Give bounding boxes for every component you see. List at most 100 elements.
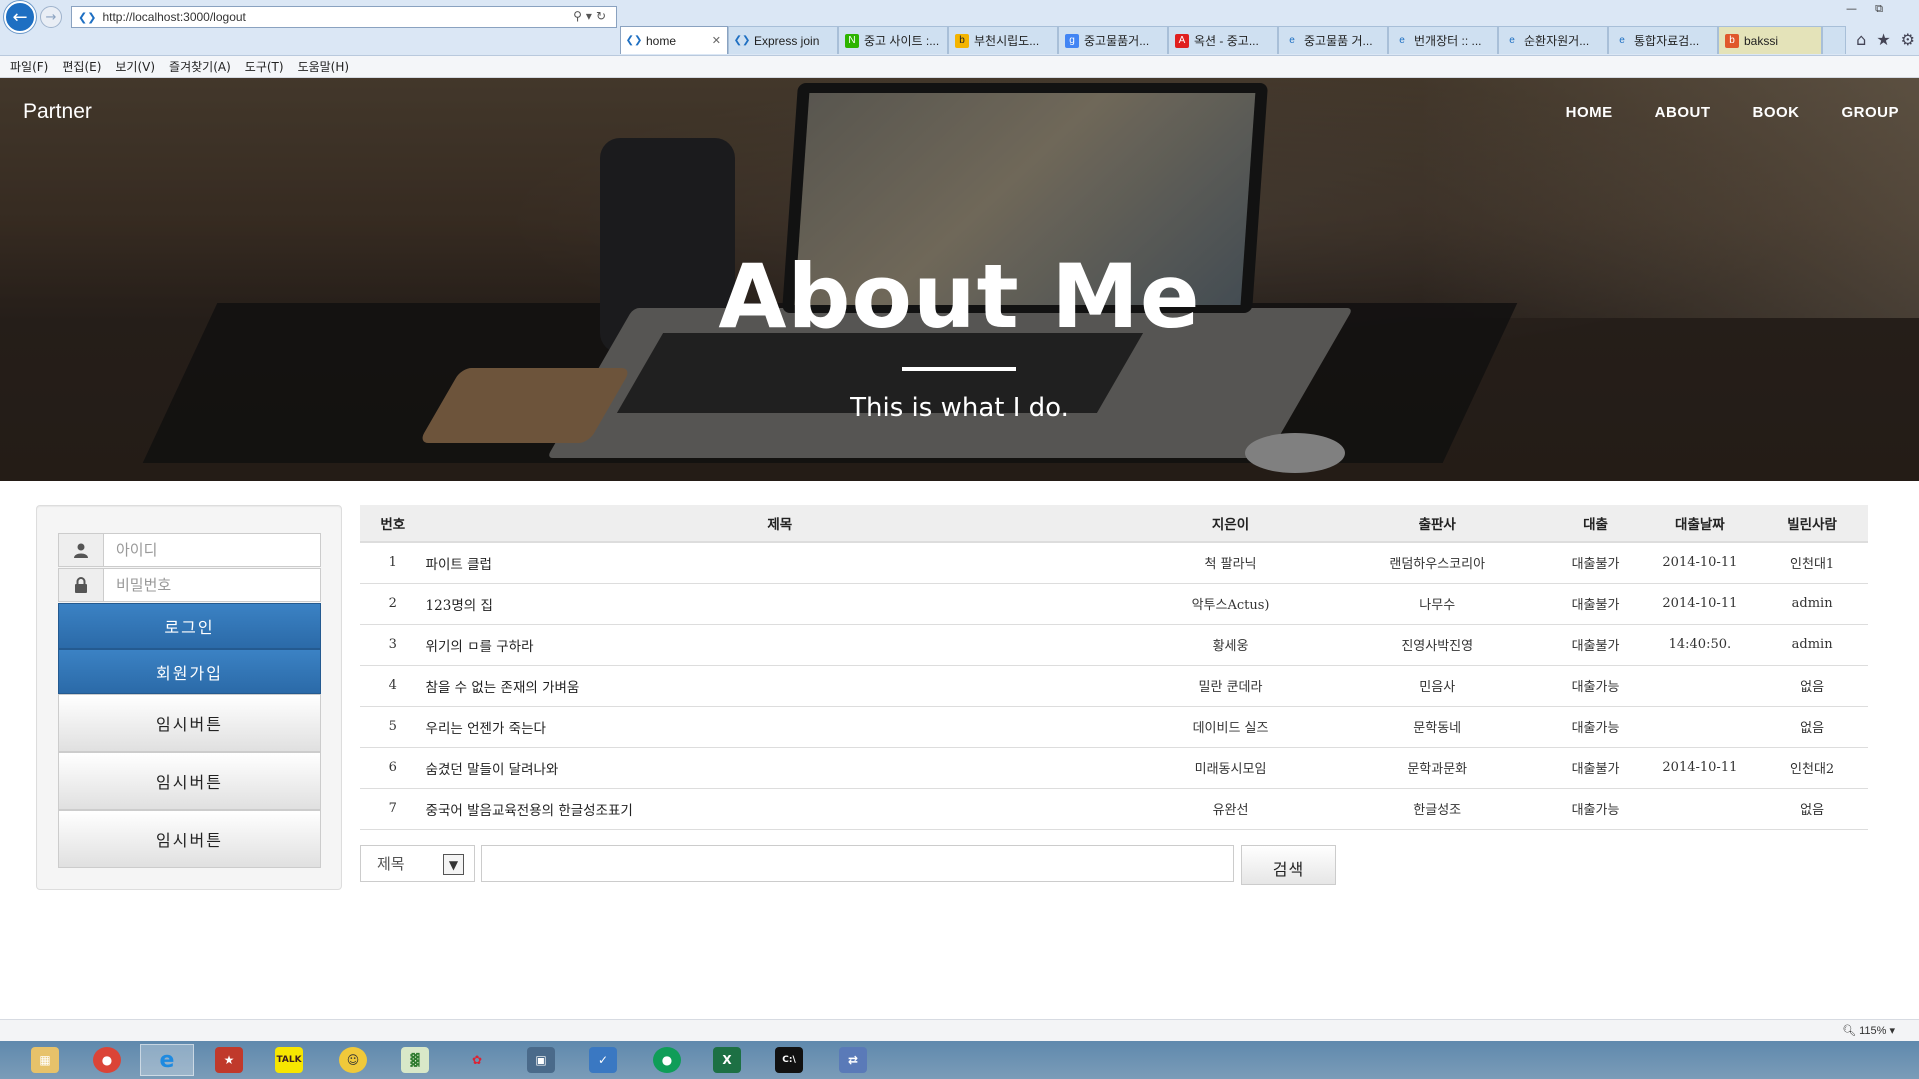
menu-file[interactable]: 파일(F): [10, 58, 48, 75]
taskbar-messenger[interactable]: ☺: [326, 1044, 380, 1076]
cell-loan-status: 대출불가: [1547, 582, 1644, 624]
user-icon: [59, 534, 104, 566]
cell-loan-status: 대출가능: [1547, 664, 1644, 706]
chevron-down-icon[interactable]: ▾: [586, 9, 596, 23]
tab-express-join[interactable]: ❮❯ Express join: [728, 26, 838, 54]
address-tools[interactable]: ⚲▾↻: [573, 9, 610, 23]
taskbar-chrome-2[interactable]: ●: [640, 1044, 694, 1076]
search-button[interactable]: 검색: [1241, 845, 1336, 885]
menu-edit[interactable]: 편집(E): [62, 58, 101, 75]
cell-title[interactable]: 위기의 ㅁ를 구하라: [425, 623, 1135, 665]
table-row[interactable]: 3 위기의 ㅁ를 구하라 황세웅 진영사박진영 대출불가 14:40:50. a…: [360, 623, 1868, 665]
login-panel: 로그인 회원가입 임시버튼 임시버튼 임시버튼: [36, 505, 342, 890]
cell-title[interactable]: 숨겼던 말들이 달려나와: [425, 746, 1135, 788]
table-row[interactable]: 1 파이트 클럽 척 팔라닉 랜덤하우스코리아 대출불가 2014-10-11 …: [360, 541, 1868, 583]
home-icon[interactable]: ⌂: [1856, 30, 1866, 49]
temp-button-3[interactable]: 임시버튼: [58, 810, 321, 868]
terminal-icon: C:\: [775, 1047, 803, 1073]
tab-recycle[interactable]: e 순환자원거...: [1498, 26, 1608, 54]
zoom-level[interactable]: 🔍︎ 115% ▾: [1842, 1024, 1895, 1037]
menu-tools[interactable]: 도구(T): [245, 58, 284, 75]
bing-icon: b: [955, 33, 969, 48]
chevron-down-icon[interactable]: ▼: [443, 854, 464, 875]
tab-bungae[interactable]: e 번개장터 :: ...: [1388, 26, 1498, 54]
temp-button-1[interactable]: 임시버튼: [58, 694, 321, 752]
taskbar-explorer[interactable]: ▦: [18, 1044, 72, 1076]
password-input[interactable]: [104, 569, 320, 601]
temp-button-2[interactable]: 임시버튼: [58, 752, 321, 810]
taskbar-network-app[interactable]: ⇄: [826, 1044, 880, 1076]
tab-bucheon-library[interactable]: b 부천시립도...: [948, 26, 1058, 54]
password-input-group: [58, 568, 321, 602]
cell-author: 데이비드 실즈: [1134, 705, 1328, 747]
tab-used-goods-trade[interactable]: e 중고물품 거...: [1278, 26, 1388, 54]
nav-about[interactable]: ABOUT: [1655, 104, 1711, 121]
cell-title[interactable]: 참을 수 없는 존재의 가벼움: [425, 664, 1135, 706]
page-icon: ❮❯: [78, 10, 97, 24]
address-url[interactable]: http://localhost:3000/logout: [102, 10, 245, 24]
restore-icon[interactable]: ⧉: [1875, 2, 1883, 16]
id-input[interactable]: [104, 534, 320, 566]
browser-chrome: ← → ❮❯ http://localhost:3000/logout ⚲▾↻ …: [0, 0, 1919, 56]
taskbar-paint[interactable]: ✿: [450, 1044, 504, 1076]
hero-header: Partner HOME ABOUT BOOK GROUP About Me T…: [0, 78, 1919, 481]
signup-button[interactable]: 회원가입: [58, 649, 321, 694]
cell-title[interactable]: 123명의 집: [425, 582, 1135, 624]
zoom-icon: 🔍︎: [1842, 1025, 1857, 1037]
minimize-icon[interactable]: —: [1846, 2, 1857, 15]
header-loan-status: 대출: [1547, 505, 1644, 543]
taskbar-screen-app[interactable]: ▣: [514, 1044, 568, 1076]
nav-group[interactable]: GROUP: [1841, 104, 1899, 121]
cell-author: 미래동시모임: [1134, 746, 1328, 788]
cell-number: 6: [360, 746, 426, 788]
cell-title[interactable]: 우리는 언젠가 죽는다: [425, 705, 1135, 747]
refresh-icon[interactable]: ↻: [596, 9, 610, 23]
cell-title[interactable]: 중국어 발음교육전용의 한글성조표기: [425, 787, 1135, 829]
cell-borrower: 인천대2: [1756, 746, 1868, 788]
tab-home[interactable]: ❮❯ home ✕: [620, 26, 728, 54]
table-row[interactable]: 4 참을 수 없는 존재의 가벼움 밀란 쿤데라 민음사 대출가능 없음: [360, 664, 1868, 706]
menu-help[interactable]: 도움말(H): [298, 58, 350, 75]
ie-icon: e: [159, 1047, 175, 1073]
taskbar: ▦ ● e ★ TALK ☺ ▓ ✿ ▣ ✓ ● X C:\ ⇄: [0, 1041, 1919, 1079]
taskbar-ie[interactable]: e: [140, 1044, 194, 1076]
cell-title[interactable]: 파이트 클럽: [425, 541, 1135, 583]
tab-auction[interactable]: A 옥션 - 중고...: [1168, 26, 1278, 54]
menu-favorites[interactable]: 즐겨찾기(A): [169, 58, 231, 75]
close-icon[interactable]: ✕: [712, 34, 721, 47]
address-bar[interactable]: ❮❯ http://localhost:3000/logout ⚲▾↻: [71, 6, 617, 28]
forward-arrow-icon[interactable]: →: [40, 6, 62, 28]
tab-bakssi[interactable]: b bakssi: [1718, 26, 1822, 54]
favorites-star-icon[interactable]: ★: [1876, 30, 1890, 49]
gear-icon[interactable]: ⚙: [1901, 30, 1915, 49]
login-button[interactable]: 로그인: [58, 603, 321, 649]
table-row[interactable]: 2 123명의 집 악투스Actus) 나무수 대출불가 2014-10-11 …: [360, 582, 1868, 624]
nav-book[interactable]: BOOK: [1752, 104, 1799, 121]
tab-integrated-search[interactable]: e 통합자료검...: [1608, 26, 1718, 54]
search-input[interactable]: [481, 845, 1234, 882]
cell-author: 유완선: [1134, 787, 1328, 829]
back-arrow-icon[interactable]: ←: [4, 1, 36, 33]
taskbar-cmd[interactable]: C:\: [762, 1044, 816, 1076]
google-icon: g: [1065, 33, 1079, 48]
screen-app-icon: ▣: [527, 1047, 555, 1073]
taskbar-kakaotalk[interactable]: TALK: [262, 1044, 316, 1076]
brand-logo[interactable]: Partner: [23, 100, 92, 124]
cell-publisher: 랜덤하우스코리아: [1327, 541, 1548, 583]
table-row[interactable]: 6 숨겼던 말들이 달려나와 미래동시모임 문학과문화 대출불가 2014-10…: [360, 746, 1868, 788]
table-row[interactable]: 7 중국어 발음교육전용의 한글성조표기 유완선 한글성조 대출가능 없음: [360, 787, 1868, 829]
taskbar-excel[interactable]: X: [700, 1044, 754, 1076]
table-row[interactable]: 5 우리는 언젠가 죽는다 데이비드 실즈 문학동네 대출가능 없음: [360, 705, 1868, 747]
search-icon[interactable]: ⚲: [573, 9, 586, 23]
taskbar-chrome[interactable]: ●: [80, 1044, 134, 1076]
tab-used-site[interactable]: N 중고 사이트 :...: [838, 26, 948, 54]
taskbar-checklist-app[interactable]: ✓: [576, 1044, 630, 1076]
search-field-select[interactable]: 제목 ▼: [360, 845, 475, 882]
tab-label: 통합자료검...: [1634, 34, 1700, 48]
taskbar-app-red[interactable]: ★: [202, 1044, 256, 1076]
tab-used-goods-google[interactable]: g 중고물품거...: [1058, 26, 1168, 54]
nav-home[interactable]: HOME: [1566, 104, 1613, 121]
taskbar-chart-app[interactable]: ▓: [388, 1044, 442, 1076]
header-number: 번호: [360, 505, 426, 543]
menu-view[interactable]: 보기(V): [115, 58, 155, 75]
